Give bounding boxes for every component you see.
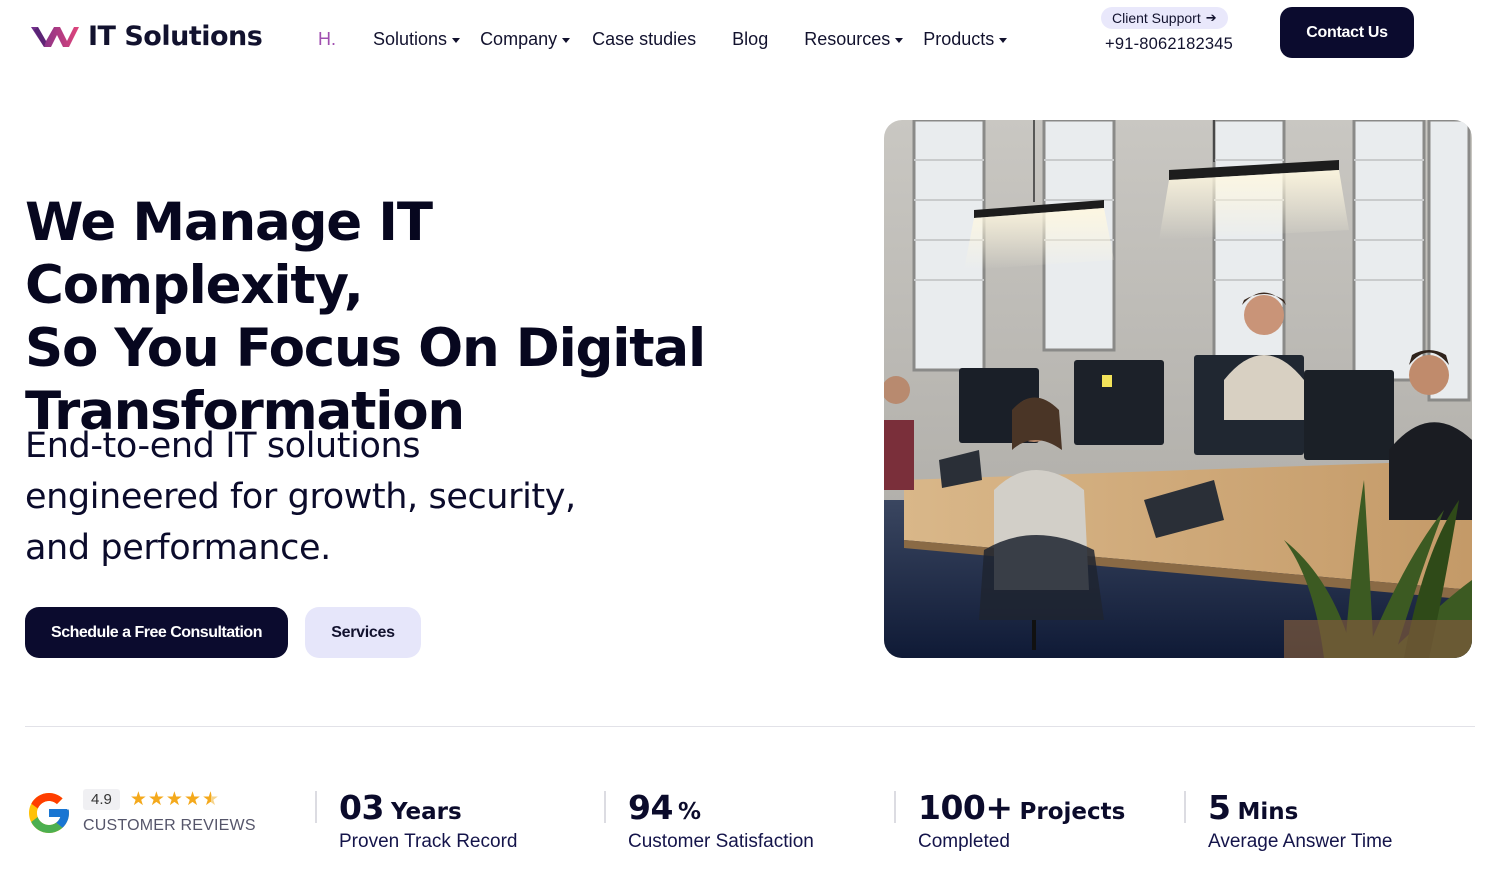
hero-office-image: [884, 120, 1472, 658]
reviews-label: CUSTOMER REVIEWS: [83, 817, 256, 834]
stat-unit: Years: [390, 799, 462, 825]
brand-logo[interactable]: IT Solutions: [30, 20, 263, 52]
google-icon: [29, 793, 69, 833]
logo-mark-icon: [31, 27, 79, 47]
client-support: Client Support ➔ +91-8062182345: [1101, 7, 1233, 54]
nav-home[interactable]: H.: [318, 29, 336, 50]
rating-value: 4.9: [83, 789, 120, 810]
stat-label: Customer Satisfaction: [628, 831, 814, 852]
stat-satisfaction: 94 % Customer Satisfaction: [604, 788, 814, 852]
nav-blog-label: Blog: [732, 28, 769, 49]
hero-subtitle-line: End-to-end IT solutions: [25, 426, 421, 466]
hero-title: We Manage IT Complexity, So You Focus On…: [25, 191, 785, 443]
brand-name: IT Solutions: [88, 20, 263, 52]
stat-label: Proven Track Record: [339, 831, 518, 852]
chevron-down-icon: [452, 37, 461, 43]
nav-resources[interactable]: Resources: [804, 28, 904, 50]
schedule-consultation-button[interactable]: Schedule a Free Consultation: [25, 607, 288, 658]
stat-value-row: 94 %: [628, 788, 701, 827]
stat-unit: %: [677, 799, 701, 825]
hero-subtitle-line: and performance.: [25, 528, 331, 568]
client-support-label: Client Support: [1112, 10, 1201, 26]
main-nav: H. Solutions Company Case studies Blog R…: [318, 26, 1008, 52]
services-button[interactable]: Services: [305, 607, 421, 658]
stat-value: 100+: [918, 788, 1013, 827]
star-rating-icon: ★★★★★: [129, 789, 221, 810]
contact-us-button[interactable]: Contact Us: [1280, 7, 1414, 58]
nav-company-label: Company: [480, 28, 558, 49]
client-support-link[interactable]: Client Support ➔: [1101, 7, 1228, 29]
stat-unit: Projects: [1019, 799, 1126, 825]
nav-products-label: Products: [923, 28, 995, 49]
nav-products[interactable]: Products: [923, 28, 1008, 50]
chevron-down-icon: [562, 37, 571, 43]
stat-value-row: 5 Mins: [1208, 788, 1298, 827]
nav-home-label: H.: [318, 28, 336, 49]
nav-solutions-label: Solutions: [373, 28, 448, 49]
hero-title-line: We Manage IT Complexity,: [25, 192, 433, 316]
office-team-photo: [884, 120, 1472, 658]
stat-unit: Mins: [1237, 799, 1299, 825]
nav-case-studies-label: Case studies: [592, 28, 697, 49]
nav-company[interactable]: Company: [480, 28, 571, 50]
stat-label: Average Answer Time: [1208, 831, 1393, 852]
chevron-down-icon: [999, 37, 1008, 43]
section-divider: [25, 726, 1475, 727]
review-rating-row: 4.9 ★★★★★: [83, 788, 256, 811]
stat-value: 5: [1208, 788, 1231, 827]
hero-subtitle-line: engineered for growth, security,: [25, 477, 576, 517]
arrow-right-icon: ➔: [1205, 10, 1217, 25]
nav-solutions[interactable]: Solutions: [373, 28, 461, 50]
hero-subtitle: End-to-end IT solutions engineered for g…: [25, 421, 665, 574]
support-phone[interactable]: +91-8062182345: [1105, 35, 1233, 54]
hero-title-line: So You Focus On Digital: [25, 318, 706, 379]
nav-resources-label: Resources: [804, 28, 891, 49]
nav-case-studies[interactable]: Case studies: [592, 29, 696, 50]
page: IT Solutions H. Solutions Company Case s…: [0, 0, 1486, 875]
customer-reviews: 4.9 ★★★★★ CUSTOMER REVIEWS: [25, 788, 256, 837]
nav-blog[interactable]: Blog: [732, 29, 768, 50]
stat-value-row: 03 Years: [339, 788, 462, 827]
chevron-down-icon: [895, 37, 904, 43]
stat-label: Completed: [918, 831, 1010, 852]
stat-value: 03: [339, 788, 384, 827]
review-info: 4.9 ★★★★★ CUSTOMER REVIEWS: [83, 788, 256, 835]
stat-value-row: 100+ Projects: [918, 788, 1125, 827]
stat-value: 94: [628, 788, 673, 827]
stat-projects: 100+ Projects Completed: [894, 788, 1125, 852]
stat-years: 03 Years Proven Track Record: [315, 788, 517, 852]
stat-answer-time: 5 Mins Average Answer Time: [1184, 788, 1392, 852]
